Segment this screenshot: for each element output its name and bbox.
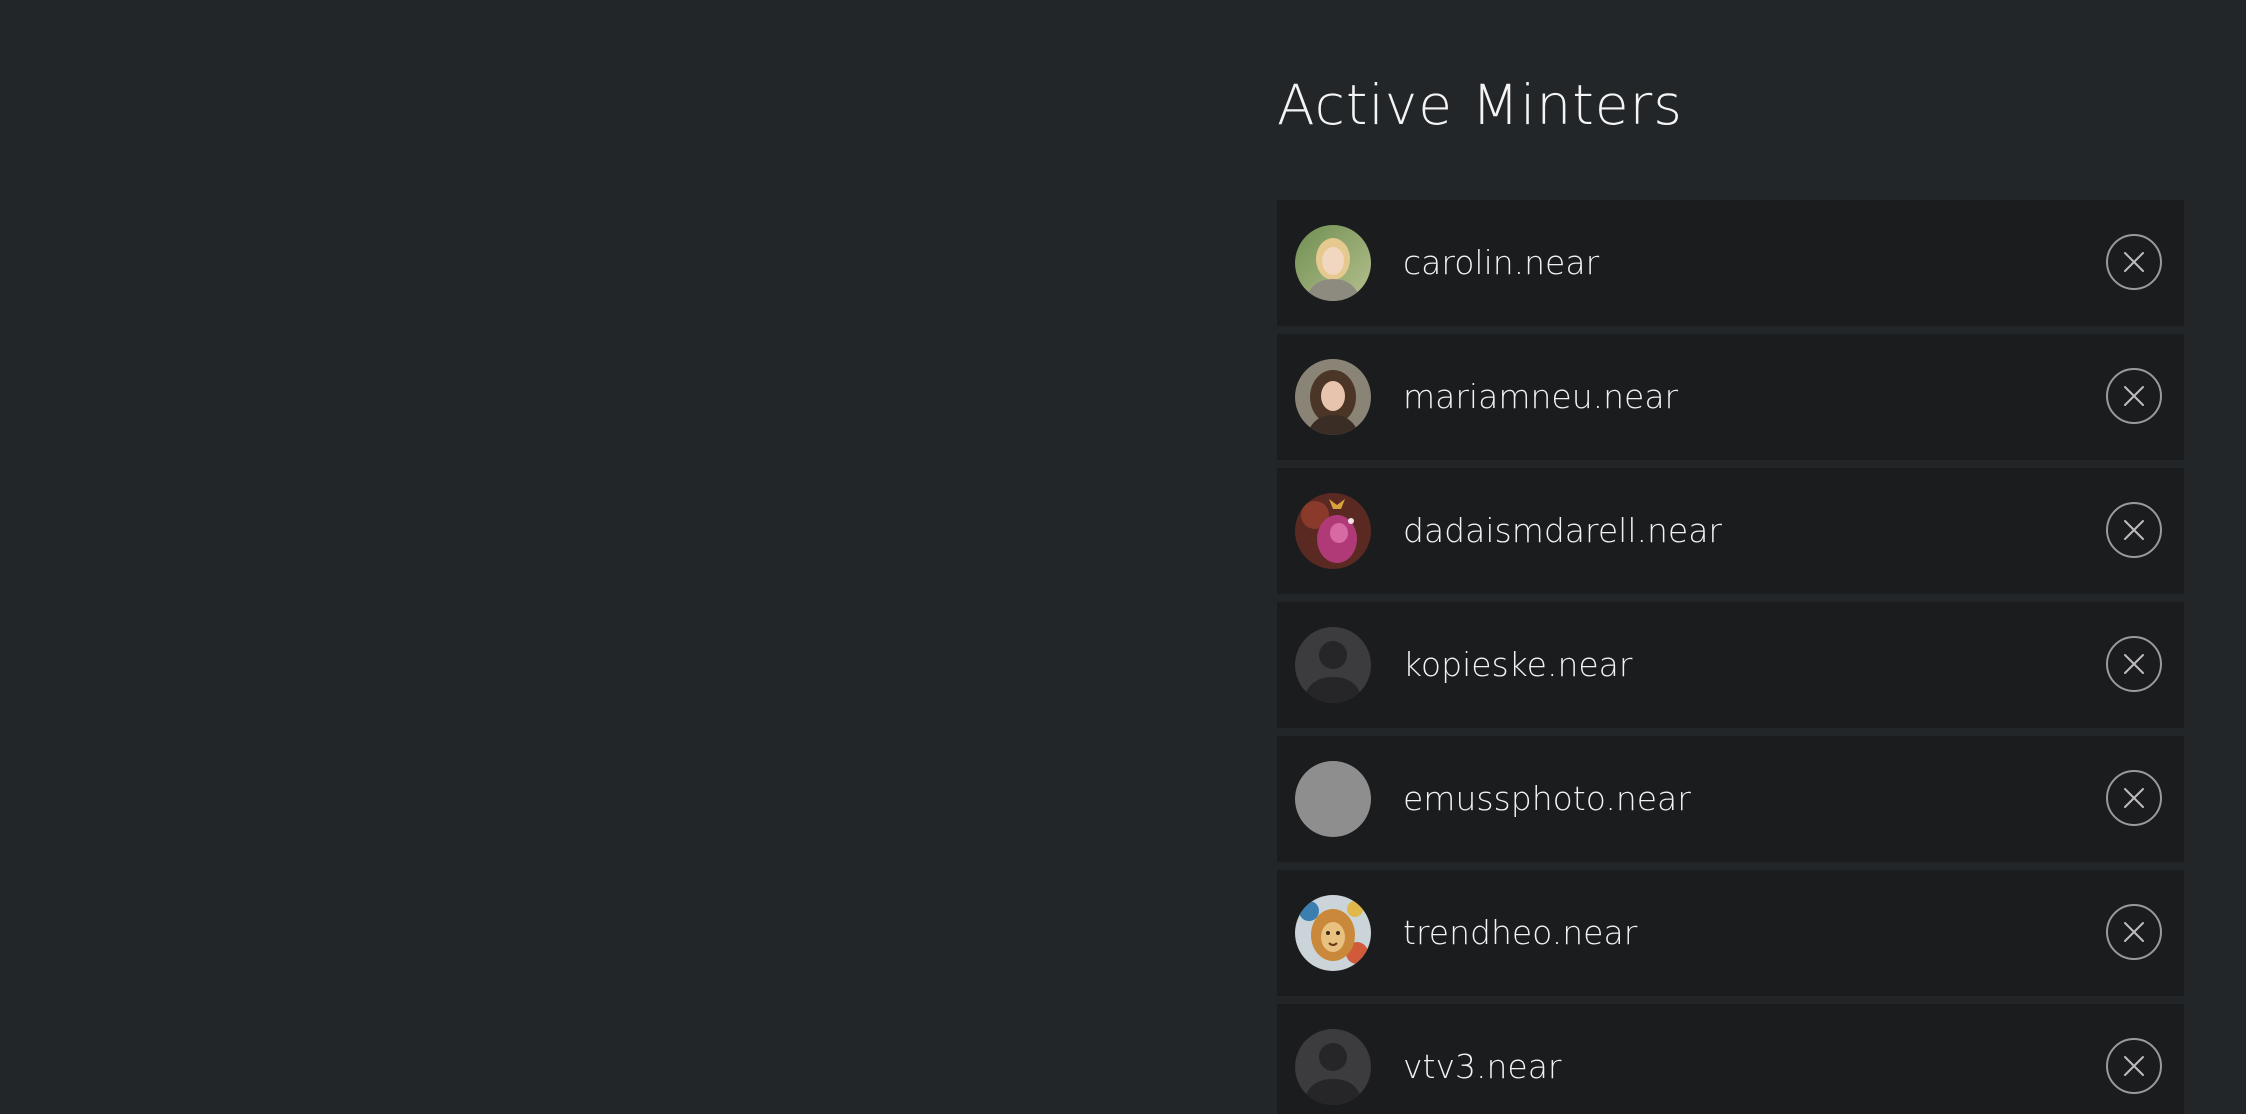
minter-name: carolin.near	[1403, 243, 1600, 282]
minter-name: emussphoto.near	[1403, 779, 1691, 818]
minter-row: vtv3.near	[1277, 1004, 2184, 1114]
close-icon	[2124, 520, 2144, 540]
minter-row: trendheo.near	[1277, 870, 2184, 996]
minter-name: kopieske.near	[1403, 645, 1633, 684]
minter-row: emussphoto.near	[1277, 736, 2184, 862]
close-icon	[2124, 252, 2144, 272]
default-user-icon	[1295, 627, 1371, 703]
remove-minter-button[interactable]	[2106, 368, 2162, 424]
minter-row: kopieske.near	[1277, 602, 2184, 728]
minter-avatar-photo	[1295, 225, 1371, 301]
minter-name: vtv3.near	[1403, 1047, 1562, 1086]
remove-minter-button[interactable]	[2106, 904, 2162, 960]
minter-avatar-default	[1295, 1029, 1371, 1105]
remove-minter-button[interactable]	[2106, 770, 2162, 826]
minter-avatar-artwork	[1295, 895, 1371, 971]
photo-avatar-icon	[1295, 359, 1371, 435]
minter-name: mariamneu.near	[1403, 377, 1679, 416]
blank-avatar-icon	[1295, 761, 1371, 837]
close-icon	[2124, 922, 2144, 942]
close-icon	[2124, 788, 2144, 808]
lion-artwork-icon	[1295, 895, 1371, 971]
minters-list: carolin.near mariamneu.near dadaismdarel…	[1277, 200, 2184, 1114]
minter-avatar-default	[1295, 627, 1371, 703]
page-title: Active Minters	[1277, 73, 1683, 137]
minter-row: mariamneu.near	[1277, 334, 2184, 460]
minter-name: dadaismdarell.near	[1403, 511, 1722, 550]
photo-avatar-icon	[1295, 225, 1371, 301]
minter-avatar-photo	[1295, 359, 1371, 435]
close-icon	[2124, 386, 2144, 406]
close-icon	[2124, 654, 2144, 674]
minter-name: trendheo.near	[1403, 913, 1638, 952]
page: Active Minters carolin.near mariamneu.ne…	[0, 0, 2246, 1114]
default-user-icon	[1295, 1029, 1371, 1105]
minter-row: dadaismdarell.near	[1277, 468, 2184, 594]
remove-minter-button[interactable]	[2106, 502, 2162, 558]
remove-minter-button[interactable]	[2106, 1038, 2162, 1094]
remove-minter-button[interactable]	[2106, 234, 2162, 290]
remove-minter-button[interactable]	[2106, 636, 2162, 692]
artwork-avatar-icon	[1295, 493, 1371, 569]
minter-avatar-artwork	[1295, 493, 1371, 569]
minter-avatar-blank	[1295, 761, 1371, 837]
close-icon	[2124, 1056, 2144, 1076]
active-minters-panel: Active Minters carolin.near mariamneu.ne…	[1277, 0, 2184, 1114]
minter-row: carolin.near	[1277, 200, 2184, 326]
